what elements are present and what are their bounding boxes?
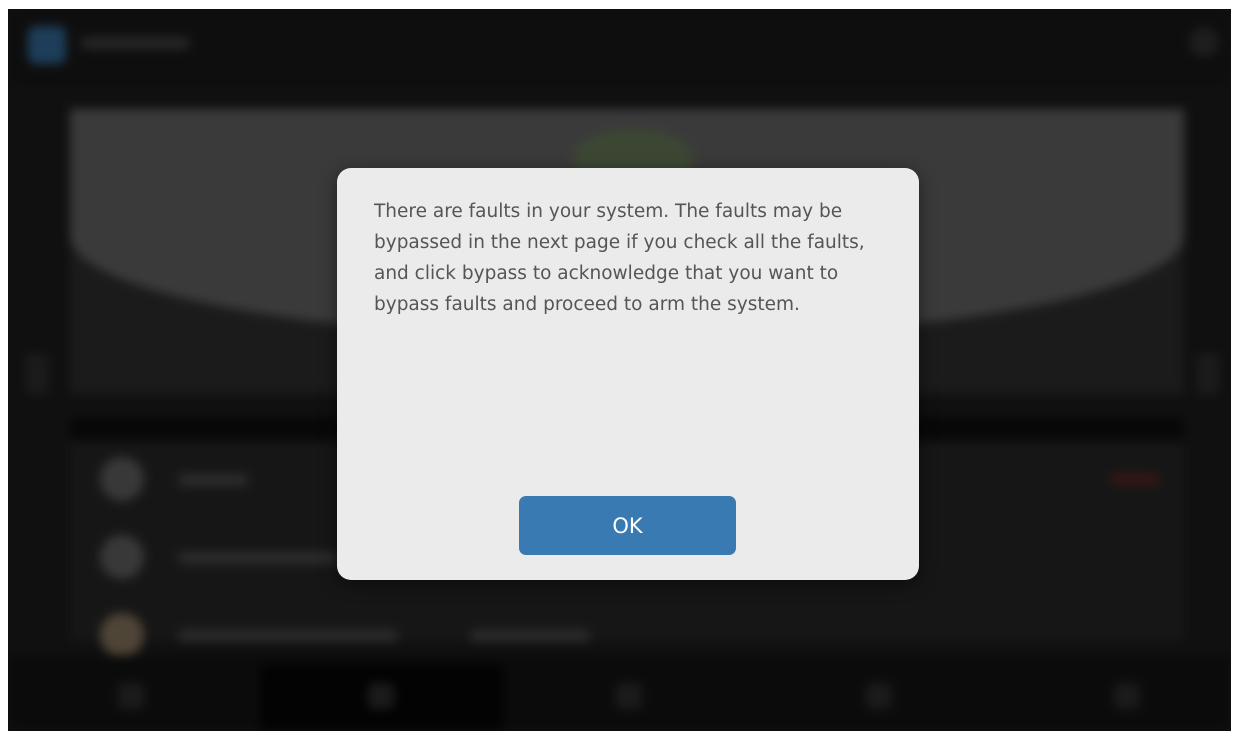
ok-button[interactable]: OK [519, 496, 736, 555]
app-screen: There are faults in your system. The fau… [8, 9, 1231, 731]
dialog-message: There are faults in your system. The fau… [374, 201, 865, 315]
fault-warning-dialog: There are faults in your system. The fau… [337, 168, 919, 580]
